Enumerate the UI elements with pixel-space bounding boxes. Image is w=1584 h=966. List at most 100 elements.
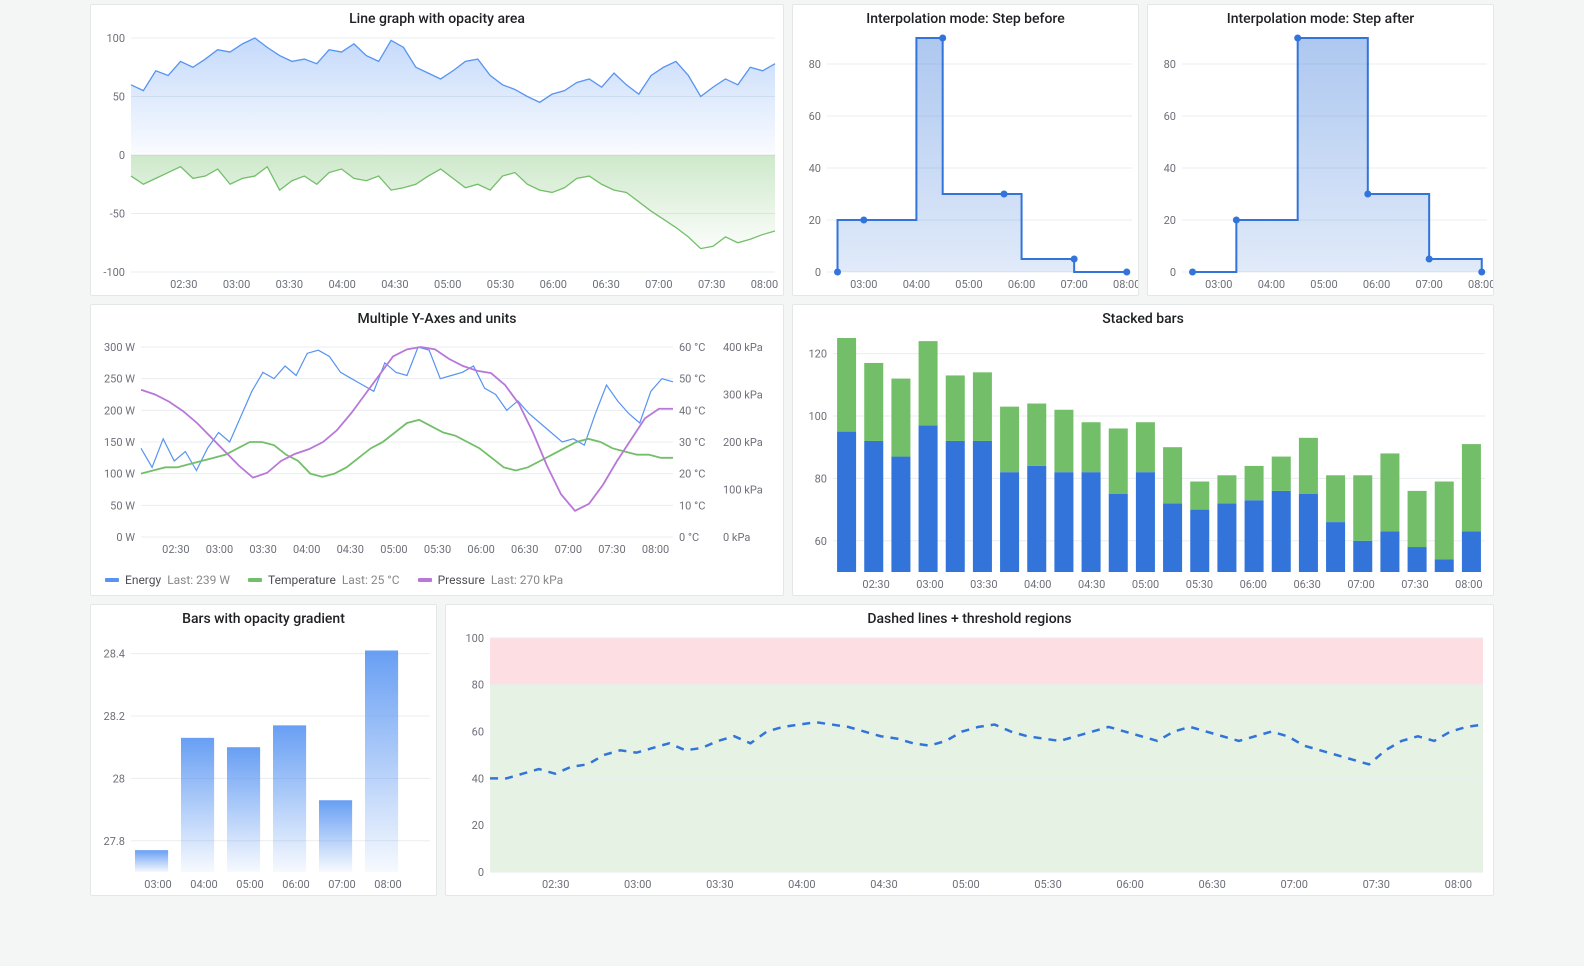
legend-item[interactable]: Temperature Last: 25 °C: [248, 573, 400, 587]
svg-text:08:00: 08:00: [1455, 578, 1482, 591]
svg-text:08:00: 08:00: [642, 543, 669, 556]
svg-text:06:00: 06:00: [1240, 578, 1267, 591]
svg-text:04:00: 04:00: [328, 278, 355, 291]
svg-text:07:00: 07:00: [328, 878, 355, 891]
svg-text:120: 120: [808, 348, 827, 361]
chart-area[interactable]: 608010012002:3003:0003:3004:0004:3005:00…: [793, 331, 1493, 595]
svg-text:40: 40: [472, 772, 484, 785]
svg-text:04:00: 04:00: [1258, 278, 1285, 291]
svg-text:07:00: 07:00: [1281, 878, 1308, 891]
svg-text:08:00: 08:00: [374, 878, 401, 891]
svg-text:50 °C: 50 °C: [679, 373, 705, 386]
svg-text:0: 0: [1170, 266, 1176, 279]
svg-text:07:30: 07:30: [1401, 578, 1428, 591]
svg-text:150 W: 150 W: [104, 436, 135, 449]
svg-text:04:00: 04:00: [1024, 578, 1051, 591]
svg-text:06:00: 06:00: [1116, 878, 1143, 891]
svg-text:80: 80: [1164, 58, 1176, 71]
svg-text:0 °C: 0 °C: [679, 531, 699, 544]
svg-text:04:00: 04:00: [788, 878, 815, 891]
svg-text:28: 28: [113, 772, 125, 785]
svg-text:07:00: 07:00: [1415, 278, 1442, 291]
svg-text:05:00: 05:00: [380, 543, 407, 556]
svg-text:0: 0: [478, 866, 484, 879]
svg-text:40: 40: [1164, 162, 1176, 175]
svg-text:-100: -100: [103, 266, 125, 279]
svg-text:05:00: 05:00: [952, 878, 979, 891]
svg-text:04:30: 04:30: [381, 278, 408, 291]
svg-text:250 W: 250 W: [104, 373, 135, 386]
panel-title: Stacked bars: [793, 305, 1493, 331]
svg-text:30 °C: 30 °C: [679, 436, 705, 449]
svg-text:28.2: 28.2: [104, 710, 125, 723]
svg-text:05:00: 05:00: [236, 878, 263, 891]
svg-text:300 kPa: 300 kPa: [723, 389, 763, 402]
svg-text:28.4: 28.4: [104, 648, 125, 661]
svg-text:04:30: 04:30: [1078, 578, 1105, 591]
panel-step-before: Interpolation mode: Step before 02040608…: [792, 4, 1139, 296]
svg-text:03:00: 03:00: [223, 278, 250, 291]
svg-text:0 W: 0 W: [116, 531, 135, 544]
svg-text:03:00: 03:00: [206, 543, 233, 556]
chart-area[interactable]: 0 W50 W100 W150 W200 W250 W300 W0 °C10 °…: [91, 331, 783, 569]
svg-text:60: 60: [815, 535, 827, 548]
panel-bars-grad: Bars with opacity gradient 27.82828.228.…: [90, 604, 437, 896]
panel-title: Bars with opacity gradient: [91, 605, 436, 631]
svg-text:06:30: 06:30: [511, 543, 538, 556]
svg-text:300 W: 300 W: [104, 341, 135, 354]
svg-text:08:00: 08:00: [1113, 278, 1138, 291]
svg-text:50 W: 50 W: [110, 499, 135, 512]
svg-text:03:00: 03:00: [624, 878, 651, 891]
svg-text:07:30: 07:30: [598, 543, 625, 556]
chart-area[interactable]: -100-5005010002:3003:0003:3004:0004:3005…: [91, 31, 783, 295]
panel-title: Interpolation mode: Step before: [793, 5, 1138, 31]
chart-area[interactable]: 27.82828.228.403:0004:0005:0006:0007:000…: [91, 631, 436, 895]
svg-text:04:30: 04:30: [870, 878, 897, 891]
svg-text:80: 80: [815, 472, 827, 485]
svg-text:80: 80: [809, 58, 821, 71]
svg-text:07:30: 07:30: [698, 278, 725, 291]
svg-text:60: 60: [809, 110, 821, 123]
svg-text:05:00: 05:00: [1132, 578, 1159, 591]
svg-text:03:30: 03:30: [706, 878, 733, 891]
svg-text:06:00: 06:00: [282, 878, 309, 891]
svg-text:05:00: 05:00: [955, 278, 982, 291]
panel-opacity-area: Line graph with opacity area -100-500501…: [90, 4, 784, 296]
chart-area[interactable]: 02040608010002:3003:0003:3004:0004:3005:…: [446, 631, 1493, 895]
chart-area[interactable]: 02040608003:0004:0005:0006:0007:0008:00: [793, 31, 1138, 295]
svg-text:04:30: 04:30: [337, 543, 364, 556]
svg-text:100: 100: [106, 32, 125, 45]
svg-text:200 W: 200 W: [104, 404, 135, 417]
svg-text:200 kPa: 200 kPa: [723, 436, 763, 449]
svg-text:100 kPa: 100 kPa: [723, 484, 763, 497]
svg-text:03:30: 03:30: [276, 278, 303, 291]
svg-text:40 °C: 40 °C: [679, 404, 705, 417]
svg-text:05:30: 05:30: [1034, 878, 1061, 891]
chart-area[interactable]: 02040608003:0004:0005:0006:0007:0008:00: [1148, 31, 1493, 295]
svg-text:100: 100: [465, 632, 484, 645]
svg-text:0: 0: [815, 266, 821, 279]
svg-text:06:30: 06:30: [1198, 878, 1225, 891]
panel-title: Line graph with opacity area: [91, 5, 783, 31]
svg-text:03:30: 03:30: [970, 578, 997, 591]
svg-text:05:30: 05:30: [487, 278, 514, 291]
panel-title: Dashed lines + threshold regions: [446, 605, 1493, 631]
svg-text:07:00: 07:00: [555, 543, 582, 556]
panel-dashed: Dashed lines + threshold regions 0204060…: [445, 604, 1494, 896]
svg-text:05:30: 05:30: [1186, 578, 1213, 591]
legend-item[interactable]: Pressure Last: 270 kPa: [418, 573, 564, 587]
svg-text:-50: -50: [110, 208, 125, 221]
svg-text:10 °C: 10 °C: [679, 499, 705, 512]
legend-item[interactable]: Energy Last: 239 W: [105, 573, 230, 587]
panel-step-after: Interpolation mode: Step after 020406080…: [1147, 4, 1494, 296]
svg-text:07:00: 07:00: [1347, 578, 1374, 591]
svg-text:20: 20: [1164, 214, 1176, 227]
svg-text:06:00: 06:00: [1008, 278, 1035, 291]
svg-text:60 °C: 60 °C: [679, 341, 705, 354]
svg-text:60: 60: [1164, 110, 1176, 123]
svg-text:04:00: 04:00: [190, 878, 217, 891]
svg-text:20: 20: [809, 214, 821, 227]
svg-text:08:00: 08:00: [1468, 278, 1493, 291]
svg-text:05:00: 05:00: [434, 278, 461, 291]
svg-text:0: 0: [119, 149, 125, 162]
